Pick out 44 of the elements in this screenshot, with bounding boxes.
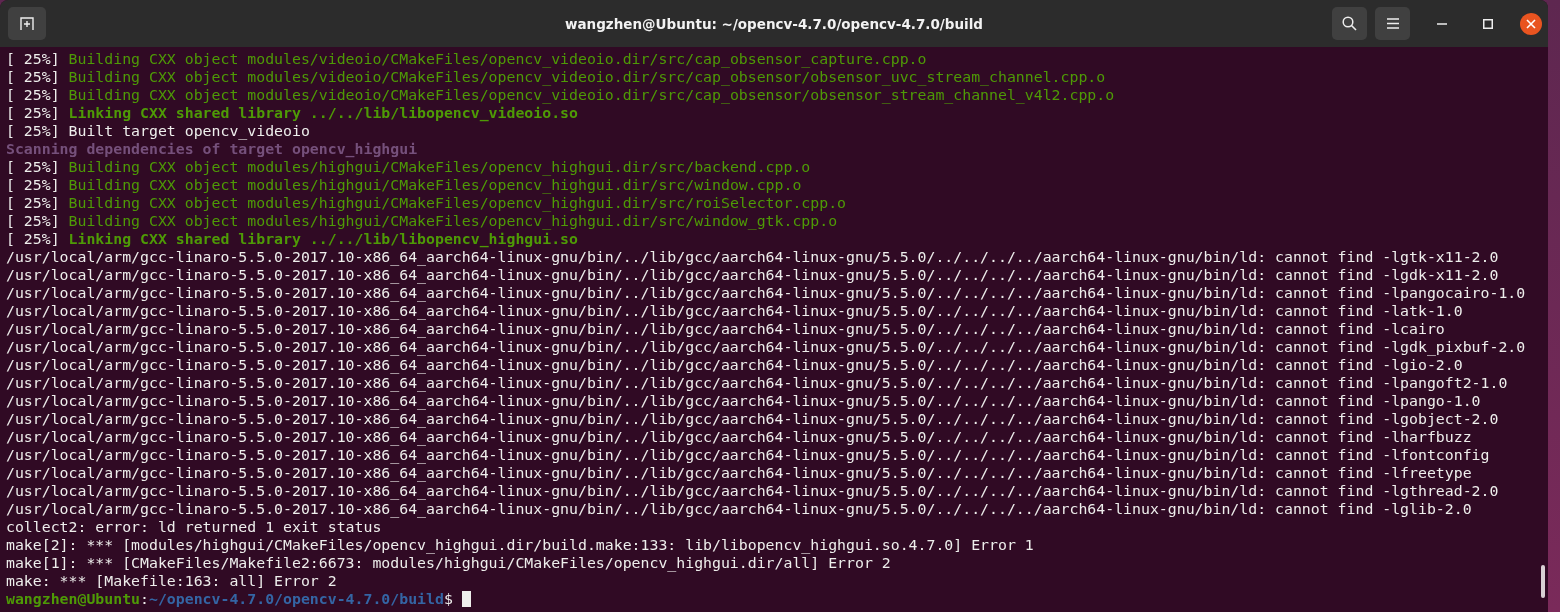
terminal-line: /usr/local/arm/gcc-linaro-5.5.0-2017.10-x86_64_aarch64-linux-gnu/bin/../lib/gcc/aarch64-linux-gnu/5.5.0/../../../../aarch64-linux-gnu/bin/ld: cannot find -lpango-1.0 <box>6 392 1482 410</box>
terminal-line: /usr/local/arm/gcc-linaro-5.5.0-2017.10-x86_64_aarch64-linux-gnu/bin/../lib/gcc/aarch64-linux-gnu/5.5.0/../../../../aarch64-linux-gnu/bin/ld: cannot find -lpangoft2-1.0 <box>6 374 1509 392</box>
terminal-line: Scanning dependencies of target opencv_highgui <box>6 140 419 158</box>
terminal-line: /usr/local/arm/gcc-linaro-5.5.0-2017.10-x86_64_aarch64-linux-gnu/bin/../lib/gcc/aarch64-linux-gnu/5.5.0/../../../../aarch64-linux-gnu/bin/ld: cannot find -latk-1.0 <box>6 302 1464 320</box>
terminal-line: collect2: error: ld returned 1 exit status <box>6 518 383 536</box>
terminal-line: [ 25%] Building CXX object modules/videoio/CMakeFiles/opencv_videoio.dir/src/cap_obsensor_capture.cpp.o <box>6 50 928 68</box>
terminal-line: /usr/local/arm/gcc-linaro-5.5.0-2017.10-x86_64_aarch64-linux-gnu/bin/../lib/gcc/aarch64-linux-gnu/5.5.0/../../../../aarch64-linux-gnu/bin/ld: cannot find -lgthread-2.0 <box>6 482 1500 500</box>
terminal-line: [ 25%] Building CXX object modules/highgui/CMakeFiles/opencv_highgui.dir/src/backend.cpp.o <box>6 158 812 176</box>
terminal-line: /usr/local/arm/gcc-linaro-5.5.0-2017.10-x86_64_aarch64-linux-gnu/bin/../lib/gcc/aarch64-linux-gnu/5.5.0/../../../../aarch64-linux-gnu/bin/ld: cannot find -lfontconfig <box>6 446 1491 464</box>
terminal-line: [ 25%] Building CXX object modules/videoio/CMakeFiles/opencv_videoio.dir/src/cap_obsensor/obsensor_uvc_stream_channel.cpp.o <box>6 68 1107 86</box>
shell-prompt: wangzhen@Ubuntu:~/opencv-4.7.0/opencv-4.7.0/build$ <box>6 590 453 608</box>
terminal-line: make: *** [Makefile:163: all] Error 2 <box>6 572 338 590</box>
terminal-line: /usr/local/arm/gcc-linaro-5.5.0-2017.10-x86_64_aarch64-linux-gnu/bin/../lib/gcc/aarch64-linux-gnu/5.5.0/../../../../aarch64-linux-gnu/bin/ld: cannot find -lgdk-x11-2.0 <box>6 266 1500 284</box>
terminal-line: [ 25%] Built target opencv_videoio <box>6 122 311 140</box>
text-cursor <box>461 591 471 607</box>
close-icon <box>1526 18 1536 29</box>
maximize-icon <box>1483 18 1493 29</box>
search-icon <box>1342 16 1357 31</box>
menu-icon <box>1386 18 1399 29</box>
terminal-line: [ 25%] Building CXX object modules/highgui/CMakeFiles/opencv_highgui.dir/src/roiSelector.cpp.o <box>6 194 848 212</box>
terminal-line: /usr/local/arm/gcc-linaro-5.5.0-2017.10-x86_64_aarch64-linux-gnu/bin/../lib/gcc/aarch64-linux-gnu/5.5.0/../../../../aarch64-linux-gnu/bin/ld: cannot find -lfreetype <box>6 464 1473 482</box>
new-tab-icon <box>20 16 34 31</box>
terminal-line: [ 25%] Building CXX object modules/videoio/CMakeFiles/opencv_videoio.dir/src/cap_obsensor/obsensor_stream_channel_v4l2.cpp.o <box>6 86 1116 104</box>
search-button[interactable] <box>1332 7 1367 40</box>
terminal-line: /usr/local/arm/gcc-linaro-5.5.0-2017.10-x86_64_aarch64-linux-gnu/bin/../lib/gcc/aarch64-linux-gnu/5.5.0/../../../../aarch64-linux-gnu/bin/ld: cannot find -lcairo <box>6 320 1446 338</box>
scrollbar[interactable] <box>1541 565 1545 598</box>
menu-button[interactable] <box>1375 7 1410 40</box>
terminal-line: /usr/local/arm/gcc-linaro-5.5.0-2017.10-x86_64_aarch64-linux-gnu/bin/../lib/gcc/aarch64-linux-gnu/5.5.0/../../../../aarch64-linux-gnu/bin/ld: cannot find -lharfbuzz <box>6 428 1473 446</box>
terminal-line: /usr/local/arm/gcc-linaro-5.5.0-2017.10-x86_64_aarch64-linux-gnu/bin/../lib/gcc/aarch64-linux-gnu/5.5.0/../../../../aarch64-linux-gnu/bin/ld: cannot find -lpangocairo-1.0 <box>6 284 1527 302</box>
minimize-icon <box>1437 22 1447 25</box>
terminal-line: /usr/local/arm/gcc-linaro-5.5.0-2017.10-x86_64_aarch64-linux-gnu/bin/../lib/gcc/aarch64-linux-gnu/5.5.0/../../../../aarch64-linux-gnu/bin/ld: cannot find -lglib-2.0 <box>6 500 1473 518</box>
terminal-line: /usr/local/arm/gcc-linaro-5.5.0-2017.10-x86_64_aarch64-linux-gnu/bin/../lib/gcc/aarch64-linux-gnu/5.5.0/../../../../aarch64-linux-gnu/bin/ld: cannot find -lgio-2.0 <box>6 356 1464 374</box>
terminal-line: [ 25%] Building CXX object modules/highgui/CMakeFiles/opencv_highgui.dir/src/window.cpp.o <box>6 176 803 194</box>
terminal-line: make[2]: *** [modules/highgui/CMakeFiles/opencv_highgui.dir/build.make:133: lib/libopencv_highgui.so.4.7.0] Error 1 <box>6 536 1035 554</box>
new-tab-button[interactable] <box>8 7 46 40</box>
terminal-line: [ 25%] Building CXX object modules/highgui/CMakeFiles/opencv_highgui.dir/src/window_gtk.cpp.o <box>6 212 839 230</box>
terminal-line: make[1]: *** [CMakeFiles/Makefile2:6673: modules/highgui/CMakeFiles/opencv_highgui.dir/all] Error 2 <box>6 554 892 572</box>
terminal-line: /usr/local/arm/gcc-linaro-5.5.0-2017.10-x86_64_aarch64-linux-gnu/bin/../lib/gcc/aarch64-linux-gnu/5.5.0/../../../../aarch64-linux-gnu/bin/ld: cannot find -lgobject-2.0 <box>6 410 1500 428</box>
window-title: wangzhen@Ubuntu: ~/opencv-4.7.0/opencv-4.7.0/build <box>565 15 983 32</box>
terminal-line: /usr/local/arm/gcc-linaro-5.5.0-2017.10-x86_64_aarch64-linux-gnu/bin/../lib/gcc/aarch64-linux-gnu/5.5.0/../../../../aarch64-linux-gnu/bin/ld: cannot find -lgtk-x11-2.0 <box>6 248 1500 266</box>
terminal-line: /usr/local/arm/gcc-linaro-5.5.0-2017.10-x86_64_aarch64-linux-gnu/bin/../lib/gcc/aarch64-linux-gnu/5.5.0/../../../../aarch64-linux-gnu/bin/ld: cannot find -lgdk_pixbuf-2.0 <box>6 338 1527 356</box>
close-button[interactable] <box>1520 12 1542 35</box>
terminal-line: [ 25%] Linking CXX shared library ../../lib/libopencv_videoio.so <box>6 104 579 122</box>
terminal-line: [ 25%] Linking CXX shared library ../../lib/libopencv_highgui.so <box>6 230 579 248</box>
